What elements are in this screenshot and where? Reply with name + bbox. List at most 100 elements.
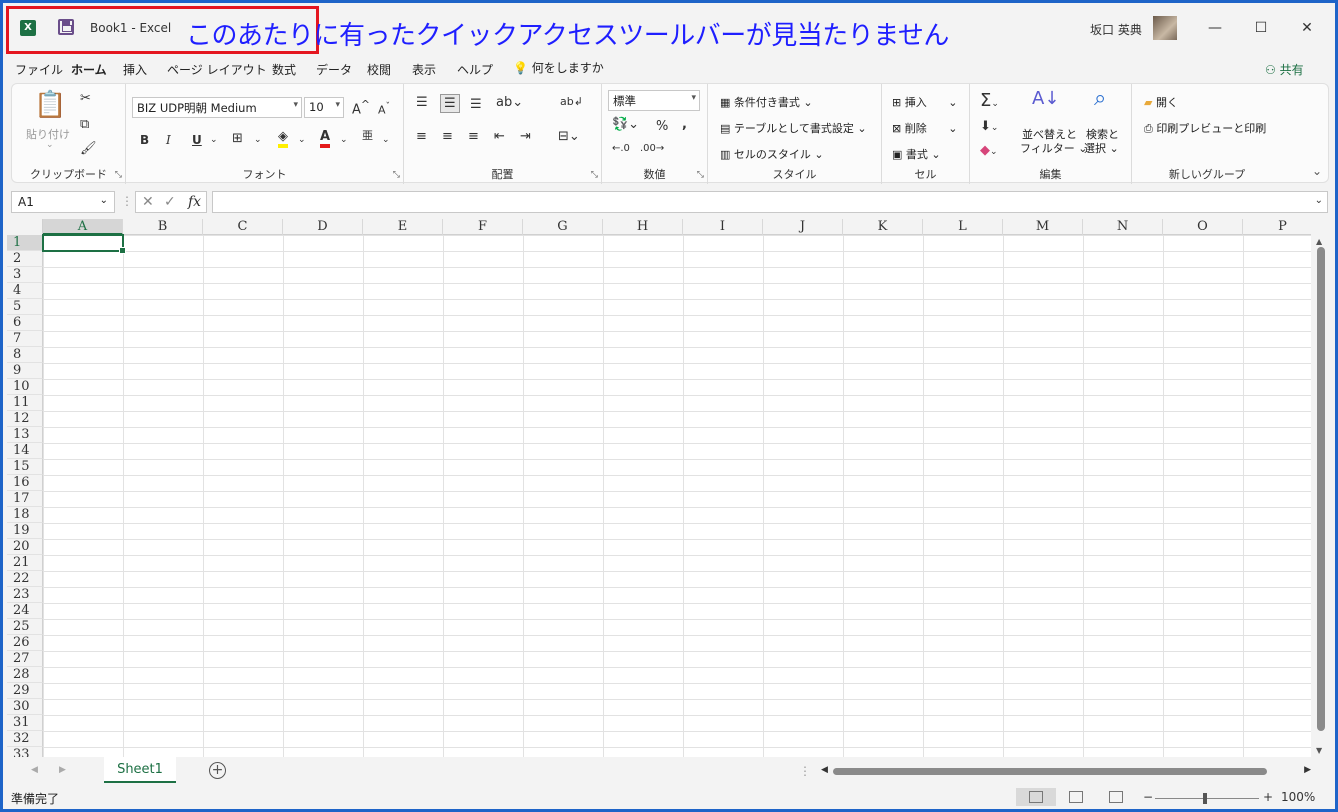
clear-icon[interactable]: ◆⌄ (980, 144, 998, 157)
orientation-icon[interactable]: ab⌄ (496, 96, 523, 109)
increase-decimal-icon[interactable]: ←.0 (612, 144, 630, 154)
row-header[interactable]: 1 (7, 235, 43, 251)
row-header[interactable]: 19 (7, 523, 43, 539)
format-painter-icon[interactable]: 🖌 (80, 142, 97, 155)
user-name[interactable]: 坂口 英典 (1090, 21, 1142, 38)
row-header[interactable]: 26 (7, 635, 43, 651)
column-header-i[interactable]: I (683, 219, 763, 235)
format-as-table-button[interactable]: ▤ テーブルとして書式設定 ⌄ (720, 120, 867, 136)
active-cell-a1[interactable] (42, 234, 126, 254)
align-top-icon[interactable]: ☰ (416, 96, 428, 109)
decrease-decimal-icon[interactable]: .00→ (640, 144, 664, 154)
zoom-slider[interactable] (1155, 798, 1259, 799)
row-header[interactable]: 8 (7, 347, 43, 363)
horizontal-scroll-thumb[interactable] (833, 768, 1267, 775)
borders-dropdown-icon[interactable]: ⌄ (254, 136, 262, 145)
phonetic-dropdown-icon[interactable]: ⌄ (382, 136, 390, 145)
comma-button[interactable]: , (682, 118, 687, 131)
scroll-up-icon[interactable]: ▲ (1316, 237, 1322, 246)
column-header-m[interactable]: M (1003, 219, 1083, 235)
tab-data[interactable]: データ (316, 61, 352, 78)
zoom-slider-handle[interactable] (1203, 793, 1207, 804)
row-header[interactable]: 14 (7, 443, 43, 459)
column-header-f[interactable]: F (443, 219, 523, 235)
increase-indent-icon[interactable]: ⇥ (520, 130, 531, 143)
row-header[interactable]: 2 (7, 251, 43, 267)
align-center-icon[interactable]: ≡ (442, 130, 453, 143)
close-button[interactable]: ✕ (1292, 14, 1322, 42)
font-launcher-icon[interactable]: ⤡ (393, 170, 400, 180)
formula-input[interactable]: ⌄ (212, 191, 1328, 213)
alignment-launcher-icon[interactable]: ⤡ (591, 170, 598, 180)
fill-color-icon[interactable]: ◈ (278, 130, 288, 148)
zoom-out-button[interactable]: − (1143, 790, 1153, 804)
column-header-c[interactable]: C (203, 219, 283, 235)
tell-me-search[interactable]: 💡 何をしますか (513, 59, 604, 76)
row-header[interactable]: 11 (7, 395, 43, 411)
row-header[interactable]: 3 (7, 267, 43, 283)
fill-dropdown-icon[interactable]: ⌄ (298, 136, 306, 145)
italic-button[interactable]: I (166, 134, 171, 146)
row-header[interactable]: 28 (7, 667, 43, 683)
row-header[interactable]: 29 (7, 683, 43, 699)
tab-split-handle-icon[interactable]: ⋮ (799, 764, 811, 778)
tab-formulas[interactable]: 数式 (272, 61, 296, 78)
column-header-h[interactable]: H (603, 219, 683, 235)
sort-filter-label-2[interactable]: フィルター ⌄ (1020, 140, 1088, 156)
column-header-e[interactable]: E (363, 219, 443, 235)
row-header[interactable]: 5 (7, 299, 43, 315)
row-header[interactable]: 16 (7, 475, 43, 491)
row-header[interactable]: 13 (7, 427, 43, 443)
decrease-font-icon[interactable]: Aˇ (378, 102, 390, 116)
borders-icon[interactable]: ⊞ (232, 132, 243, 145)
select-all-button[interactable] (7, 219, 43, 235)
collapse-ribbon-icon[interactable]: ⌄ (1312, 164, 1322, 178)
tab-help[interactable]: ヘルプ (457, 61, 493, 78)
align-left-icon[interactable]: ≡ (416, 130, 427, 143)
tab-insert[interactable]: 挿入 (123, 61, 147, 78)
expand-formula-icon[interactable]: ⌄ (1315, 195, 1323, 206)
row-header[interactable]: 7 (7, 331, 43, 347)
wrap-text-icon[interactable]: ab↲ (560, 96, 583, 107)
copy-icon[interactable]: ⧉ (80, 118, 89, 131)
increase-font-icon[interactable]: A^ (352, 99, 370, 116)
row-header[interactable]: 31 (7, 715, 43, 731)
font-size-select[interactable]: 10 ▾ (304, 97, 344, 118)
column-header-n[interactable]: N (1083, 219, 1163, 235)
tab-view[interactable]: 表示 (412, 61, 436, 78)
number-format-select[interactable]: 標準 ▾ (608, 90, 700, 111)
delete-cells-button[interactable]: ⊠ 削除 ⌄ (892, 120, 957, 136)
row-header[interactable]: 12 (7, 411, 43, 427)
sheet-tab-sheet1[interactable]: Sheet1 (104, 757, 176, 783)
row-header[interactable]: 23 (7, 587, 43, 603)
next-sheet-icon[interactable]: ▶ (59, 765, 66, 775)
page-layout-view-button[interactable] (1056, 788, 1096, 806)
avatar[interactable] (1153, 16, 1177, 40)
tab-page-layout[interactable]: ページ レイアウト (167, 61, 267, 78)
autosum-icon[interactable]: Σ⌄ (980, 92, 999, 110)
underline-button[interactable]: U (192, 134, 202, 146)
phonetic-icon[interactable]: 亜 (362, 130, 373, 141)
column-header-o[interactable]: O (1163, 219, 1243, 235)
decrease-indent-icon[interactable]: ⇤ (494, 130, 505, 143)
underline-dropdown-icon[interactable]: ⌄ (210, 136, 218, 145)
merge-center-icon[interactable]: ⊟⌄ (558, 130, 580, 143)
scroll-left-icon[interactable]: ◀ (821, 765, 828, 775)
row-header[interactable]: 15 (7, 459, 43, 475)
print-preview-button[interactable]: ⎙ 印刷プレビューと印刷 (1144, 120, 1266, 136)
font-name-select[interactable]: BIZ UDP明朝 Medium ▾ (132, 97, 302, 118)
row-header[interactable]: 22 (7, 571, 43, 587)
tab-home[interactable]: ホーム (71, 61, 107, 78)
add-sheet-button[interactable]: + (209, 762, 226, 779)
row-header[interactable]: 18 (7, 507, 43, 523)
align-right-icon[interactable]: ≡ (468, 130, 479, 143)
find-select-icon[interactable]: ⌕ (1094, 88, 1106, 110)
row-header[interactable]: 27 (7, 651, 43, 667)
normal-view-button[interactable] (1016, 788, 1056, 806)
cut-icon[interactable]: ✂ (80, 92, 91, 105)
row-header[interactable]: 25 (7, 619, 43, 635)
enter-icon[interactable]: ✓ (164, 194, 176, 210)
vertical-scrollbar[interactable]: ▲ ▼ (1313, 235, 1329, 757)
row-header[interactable]: 21 (7, 555, 43, 571)
insert-cells-button[interactable]: ⊞ 挿入 ⌄ (892, 94, 957, 110)
